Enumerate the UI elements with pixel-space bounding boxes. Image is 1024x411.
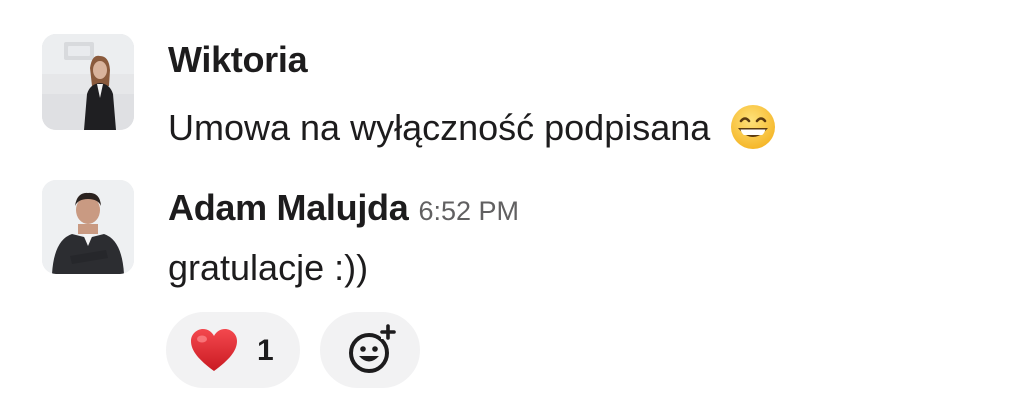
message-body: gratulacje :)) — [168, 247, 369, 288]
reaction-count: 1 — [257, 334, 274, 367]
message-timestamp[interactable]: 6:52 PM — [418, 196, 519, 226]
message-author: Adam Malujda 6:52 PM — [168, 188, 519, 231]
red-heart-icon — [191, 329, 237, 371]
author-name[interactable]: Wiktoria — [168, 39, 308, 80]
reaction-pill-heart[interactable]: 1 — [166, 312, 300, 388]
message-text: Umowa na wyłączność podpisana — [168, 102, 778, 152]
add-reaction-button[interactable] — [320, 312, 420, 388]
avatar[interactable] — [42, 34, 134, 130]
chat-thread: Wiktoria Umowa na wyłączność podpisana A… — [0, 0, 1024, 411]
message-text: gratulacje :)) — [168, 248, 368, 288]
avatar-photo-adam — [42, 180, 134, 274]
author-name[interactable]: Adam Malujda — [168, 187, 409, 228]
grinning-squinting-face-icon — [731, 105, 776, 149]
message-body: Umowa na wyłączność podpisana — [168, 107, 711, 148]
message-author[interactable]: Wiktoria — [168, 39, 308, 80]
add-reaction-icon — [349, 324, 396, 373]
avatar-photo-wiktoria — [42, 34, 134, 130]
avatar[interactable] — [42, 180, 134, 274]
